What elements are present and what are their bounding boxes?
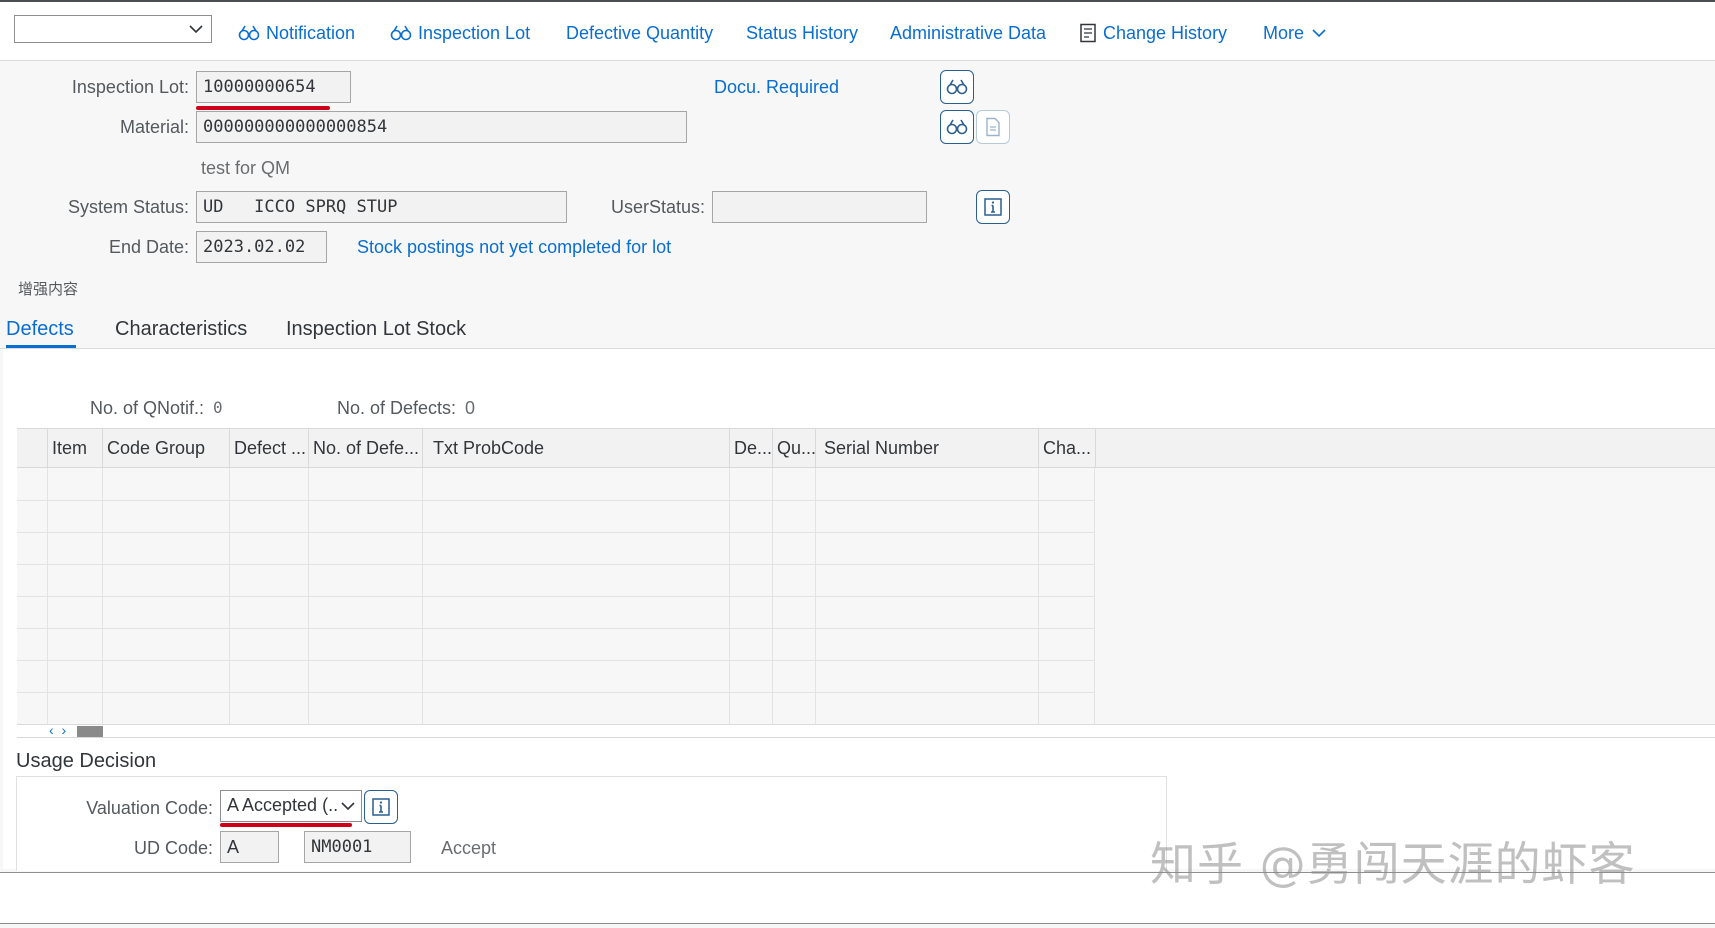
- qnotif-count-value: 0: [213, 398, 223, 417]
- watermark: 知乎 @勇闯天涯的虾客: [1150, 837, 1636, 891]
- display-inspection-lot-button[interactable]: [940, 70, 974, 104]
- column-header-cha[interactable]: Cha...: [1038, 429, 1095, 467]
- chevron-down-icon: [1312, 29, 1326, 38]
- document-icon: [986, 117, 1000, 137]
- status-history-button-label: Status History: [746, 22, 859, 43]
- horizontal-scrollbar[interactable]: ‹ ›: [17, 722, 1715, 738]
- valuation-info-button[interactable]: [364, 790, 398, 824]
- binoculars-icon: [238, 25, 260, 41]
- column-divider: [308, 468, 309, 724]
- end-date-field[interactable]: 2023.02.02: [196, 231, 327, 263]
- column-divider: [229, 468, 230, 724]
- column-divider: [47, 468, 48, 724]
- column-divider: [422, 468, 423, 724]
- ud-code-label: UD Code:: [133, 838, 213, 858]
- defects-table: Item Code Group Defect ... No. of Defe..…: [17, 428, 1715, 724]
- inspection-lot-button[interactable]: Inspection Lot: [390, 20, 530, 46]
- tab-bar-divider: [0, 348, 1715, 349]
- enhancement-label: 增强内容: [18, 281, 79, 298]
- user-status-label: UserStatus:: [610, 197, 705, 217]
- active-tab-indicator: [6, 345, 76, 348]
- column-divider: [1038, 468, 1039, 724]
- table-row[interactable]: [17, 564, 1095, 565]
- inspection-lot-button-label: Inspection Lot: [418, 22, 531, 43]
- table-row[interactable]: [17, 692, 1095, 693]
- administrative-data-button-label: Administrative Data: [890, 22, 1047, 43]
- material-description: test for QM: [201, 158, 291, 178]
- highlight-underline: [196, 106, 330, 110]
- highlight-underline: [220, 823, 352, 827]
- column-divider: [815, 468, 816, 724]
- change-history-button[interactable]: Change History: [1079, 20, 1227, 46]
- defects-count-value: 0: [465, 398, 476, 418]
- user-status-field[interactable]: [712, 191, 927, 223]
- binoculars-icon: [946, 79, 968, 95]
- system-status-field[interactable]: UD ICCO SPRQ STUP: [196, 191, 567, 223]
- valuation-code-label: Valuation Code:: [86, 798, 213, 818]
- ud-code-group-field[interactable]: NM0001: [304, 831, 411, 863]
- column-divider: [729, 468, 730, 724]
- valuation-code-select[interactable]: A Accepted (...: [220, 790, 362, 822]
- end-date-label: End Date:: [108, 237, 189, 257]
- material-label: Material:: [119, 117, 189, 137]
- chevron-down-icon: [189, 25, 203, 34]
- column-divider: [772, 468, 773, 724]
- table-body: [17, 468, 1095, 724]
- table-row[interactable]: [17, 500, 1095, 501]
- binoculars-icon: [946, 119, 968, 135]
- table-empty-area: [1095, 468, 1715, 724]
- defects-count-label: No. of Defects:: [337, 398, 457, 418]
- column-header-no-of-defects[interactable]: No. of Defe...: [308, 429, 422, 467]
- change-document-icon: [1080, 23, 1096, 43]
- scroll-arrows-icon[interactable]: ‹ ›: [49, 722, 68, 738]
- ud-code-field[interactable]: A: [220, 831, 279, 863]
- administrative-data-button[interactable]: Administrative Data: [890, 20, 1046, 46]
- document-button[interactable]: [976, 110, 1010, 144]
- table-row[interactable]: [17, 628, 1095, 629]
- docu-required-link[interactable]: Docu. Required: [714, 77, 839, 98]
- column-header-item[interactable]: Item: [47, 429, 102, 467]
- column-header-txt-probcode[interactable]: Txt ProbCode: [422, 429, 729, 467]
- column-header-serial-number[interactable]: Serial Number: [815, 429, 1038, 467]
- info-icon: [984, 198, 1002, 216]
- column-header-code-group[interactable]: Code Group: [102, 429, 229, 467]
- status-history-button[interactable]: Status History: [746, 20, 858, 46]
- inspection-lot-label: Inspection Lot:: [71, 77, 189, 97]
- notification-button-label: Notification: [266, 22, 356, 43]
- tab-characteristics[interactable]: Characteristics: [115, 318, 247, 341]
- tab-defects[interactable]: Defects: [6, 318, 74, 341]
- scrollbar-thumb[interactable]: [77, 726, 103, 737]
- valuation-code-value: A Accepted (...: [227, 795, 344, 815]
- change-history-button-label: Change History: [1103, 22, 1228, 43]
- defective-quantity-button[interactable]: Defective Quantity: [566, 20, 713, 46]
- stock-postings-link[interactable]: Stock postings not yet completed for lot: [357, 237, 671, 258]
- more-button[interactable]: More: [1263, 20, 1328, 46]
- defective-quantity-button-label: Defective Quantity: [566, 22, 714, 43]
- table-row[interactable]: [17, 660, 1095, 661]
- variant-dropdown[interactable]: [14, 15, 212, 43]
- column-header-filler: [1095, 429, 1715, 467]
- table-header: Item Code Group Defect ... No. of Defe..…: [17, 428, 1715, 468]
- binoculars-icon: [390, 25, 412, 41]
- table-row[interactable]: [17, 532, 1095, 533]
- table-row[interactable]: [17, 596, 1095, 597]
- column-header-defect[interactable]: Defect ...: [229, 429, 308, 467]
- chevron-down-icon: [339, 797, 357, 815]
- system-status-label: System Status:: [67, 197, 189, 217]
- ud-code-text: Accept: [441, 838, 497, 858]
- material-field[interactable]: 000000000000000854: [196, 111, 687, 143]
- notification-button[interactable]: Notification: [238, 20, 355, 46]
- toolbar: Notification Inspection Lot Defective Qu…: [0, 0, 1715, 61]
- info-icon: [372, 798, 390, 816]
- column-header-qu[interactable]: Qu...: [772, 429, 815, 467]
- qnotif-count-label: No. of QNotif.:: [90, 398, 205, 418]
- display-material-button[interactable]: [940, 110, 974, 144]
- column-header-de[interactable]: De...: [729, 429, 772, 467]
- more-button-label: More: [1263, 22, 1305, 43]
- tab-inspection-lot-stock[interactable]: Inspection Lot Stock: [286, 318, 466, 341]
- status-info-button[interactable]: [976, 190, 1010, 224]
- column-divider: [102, 468, 103, 724]
- usage-decision-title: Usage Decision: [16, 750, 157, 772]
- inspection-lot-field[interactable]: 10000000654: [196, 71, 351, 103]
